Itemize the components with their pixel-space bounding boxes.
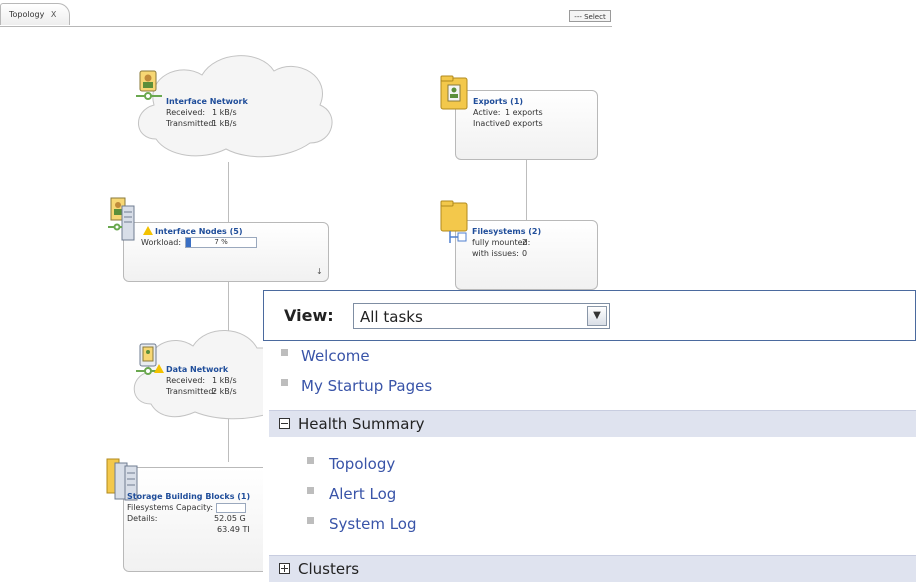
exports-folder-icon [440,75,470,111]
bullet-icon [307,487,314,494]
view-label: View: [284,306,334,325]
capacity-label: Filesystems Capacity: [127,503,214,512]
tab-close-icon[interactable]: X [51,10,56,19]
interface-nodes-info: Interface Nodes (5) Workload: 7 % [141,225,258,248]
section-clusters[interactable]: Clusters [269,555,916,582]
inactive-label: Inactive: [473,119,508,128]
received-value: 1 kB/s [212,108,237,117]
select-button[interactable]: --- Select [569,10,611,22]
view-select[interactable]: All tasks ▼ [353,303,610,329]
expand-handle-icon[interactable]: ↓ [316,267,323,276]
transmitted-value: 1 kB/s [212,119,237,128]
workload-value: 7 % [214,238,228,246]
task-navigation-panel: View: All tasks ▼ Welcome My Startup Pag… [263,290,919,582]
tab-topology[interactable]: Topology X [0,3,70,25]
chevron-down-icon[interactable]: ▼ [587,306,607,326]
issues-label: with issues: [472,249,519,258]
view-filter-bar: View: All tasks ▼ [263,290,916,341]
inactive-value: 0 exports [505,119,543,128]
warning-icon [143,226,153,235]
storage-blocks-info: Storage Building Blocks (1) Filesystems … [127,491,250,535]
interface-network-info: Interface Network Received: 1 kB/s Transm… [166,96,248,129]
section-health-summary[interactable]: Health Summary [269,410,916,437]
data-network-info: Data Network Received: 1 kB/s Transmitted… [154,363,237,397]
details-label: Details: [127,514,158,523]
interface-network-title[interactable]: Interface Network [166,96,248,107]
bullet-icon [307,457,314,464]
connector-line [526,160,527,220]
link-system-log[interactable]: System Log [329,515,417,533]
bullet-icon [281,349,288,356]
issues-value: 0 [522,249,528,258]
exports-title[interactable]: Exports (1) [473,96,543,107]
filesystems-title[interactable]: Filesystems (2) [472,226,541,237]
network-user-icon [136,70,162,104]
interface-nodes-title[interactable]: Interface Nodes (5) [155,227,242,236]
expand-icon[interactable] [279,563,290,574]
link-topology[interactable]: Topology [329,455,395,473]
transmitted-label: Transmitted: [166,387,217,396]
tab-topology-label: Topology [9,10,45,19]
mounted-value: 2 [522,238,528,247]
section-health-summary-label: Health Summary [298,415,425,433]
topology-tab-bar: Topology X --- Select [0,0,612,27]
transmitted-label: Transmitted: [166,119,217,128]
connector-line [228,162,229,222]
workload-label: Workload: [141,238,182,247]
workload-progress-bar: 7 % [185,237,258,248]
active-label: Active: [473,108,501,117]
warning-icon [154,364,164,373]
exports-info: Exports (1) Active: 1 exports Inactive:0 … [473,96,543,129]
transmitted-value: 2 kB/s [212,387,237,396]
filesystems-info: Filesystems (2) fully mounted:2 with iss… [472,226,541,259]
details-value-2: 63.49 TI [217,525,250,534]
mounted-label: fully mounted: [472,238,531,247]
bullet-icon [281,379,288,386]
received-label: Received: [166,108,206,117]
link-alert-log[interactable]: Alert Log [329,485,396,503]
view-select-value: All tasks [360,308,423,326]
collapse-icon[interactable] [279,418,290,429]
link-welcome[interactable]: Welcome [301,347,370,365]
section-clusters-label: Clusters [298,560,360,578]
storage-blocks-title[interactable]: Storage Building Blocks (1) [127,491,250,502]
link-my-startup-pages[interactable]: My Startup Pages [301,377,432,395]
bullet-icon [307,517,314,524]
active-value: 1 exports [505,108,543,117]
data-network-title[interactable]: Data Network [166,365,228,374]
filesystem-folder-icon [440,199,470,245]
details-value-1: 52.05 G [214,514,246,523]
received-label: Received: [166,376,206,385]
capacity-bar [216,502,247,513]
received-value: 1 kB/s [212,376,237,385]
server-node-icon [108,197,138,243]
